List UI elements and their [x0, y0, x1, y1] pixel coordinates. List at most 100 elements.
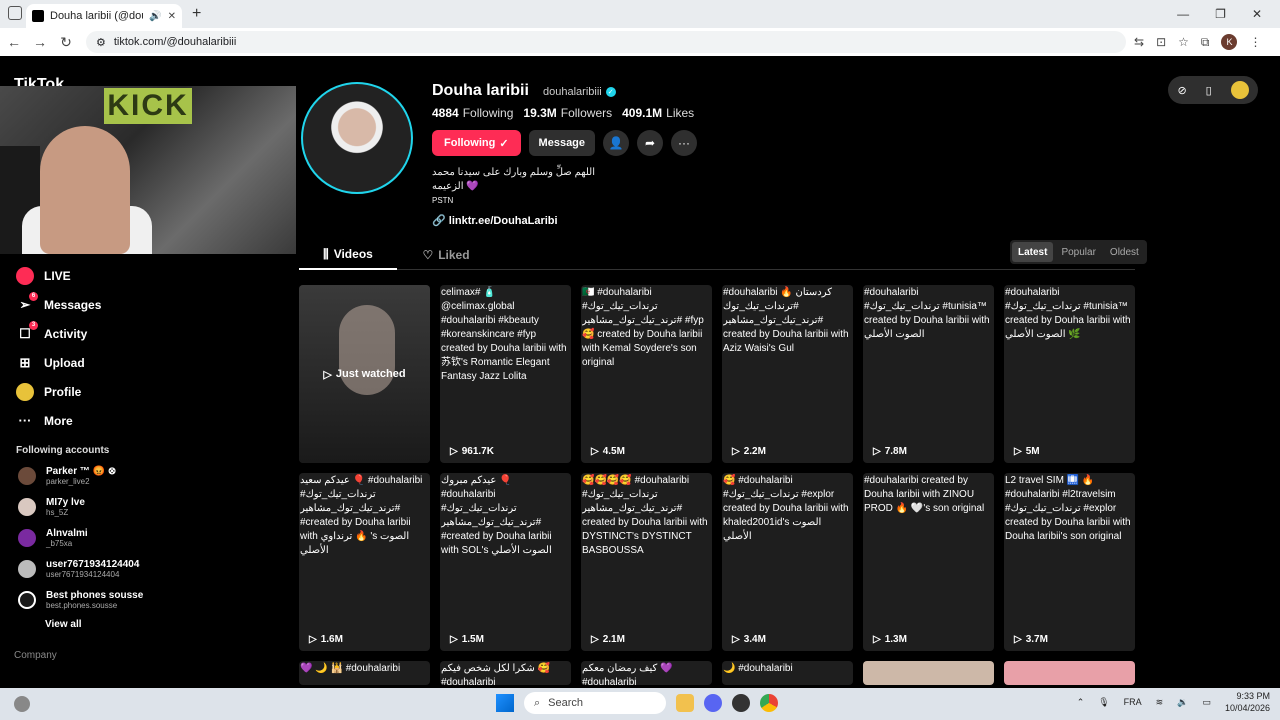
forward-icon[interactable]: → — [28, 34, 52, 50]
account-name: Parker ™ 😡 ⊗ — [46, 465, 117, 477]
tiktok-favicon-icon — [32, 10, 44, 22]
add-friend-icon[interactable]: 👤 — [603, 130, 630, 156]
extensions-icon[interactable]: ⧉ — [1201, 35, 1210, 50]
video-card[interactable]: كيف رمضان معكم 💜 #douhalaribi — [581, 661, 712, 685]
sidebar-item-activity[interactable]: ☐ 3 Activity — [0, 319, 296, 348]
microphone-icon[interactable]: 🎙 — [1098, 697, 1109, 708]
close-tab-icon[interactable]: ✕ — [168, 11, 176, 22]
video-card[interactable]: عيدكم سعيد 🎈 #douhalaribi #ترندات_تيك_تو… — [299, 473, 430, 651]
chevron-up-icon[interactable]: ⌃ — [1077, 697, 1085, 708]
message-button[interactable]: Message — [528, 130, 596, 156]
video-caption: عيدكم مبروك 🎈 #douhalaribi #ترندات_تيك_ت… — [441, 475, 552, 556]
video-caption: #douhalaribi 🔥 كردستان #ترندات_تيك_توك #… — [723, 287, 849, 354]
following-account[interactable]: user7671934124404 user7671934124404 — [0, 553, 296, 584]
video-card[interactable]: #douhalaribi #ترندات_تيك_توك #tunisia™ c… — [1004, 285, 1135, 463]
discord-icon[interactable] — [704, 694, 722, 712]
bio-line: الزعيمه 💜 — [432, 181, 479, 192]
profile-avatar[interactable]: K — [1221, 34, 1238, 50]
windows-start-icon[interactable] — [496, 694, 514, 712]
new-tab-button[interactable]: + — [192, 5, 201, 23]
coin-icon[interactable]: ⊘ — [1177, 84, 1186, 97]
following-accounts-title: Following accounts — [16, 445, 110, 456]
obs-icon[interactable] — [732, 694, 750, 712]
video-views: ▷ 961.7K — [450, 446, 494, 457]
tab-title: Douha laribii (@douhalaribi — [50, 10, 143, 22]
view-all-link[interactable]: View all — [0, 619, 296, 630]
tab-list-icon[interactable] — [8, 6, 22, 20]
site-info-icon[interactable]: ⚙ — [96, 36, 106, 49]
widgets-icon[interactable] — [14, 696, 30, 712]
following-button[interactable]: Following ✓ — [432, 130, 521, 156]
followers-stat[interactable]: 19.3M Followers — [523, 106, 612, 120]
tab-liked[interactable]: ♡ Liked — [397, 240, 495, 270]
back-icon[interactable]: ← — [2, 34, 26, 50]
url-field[interactable]: ⚙ tiktok.com/@douhalaribiii — [86, 31, 1126, 53]
video-card[interactable]: #douhalaribi created by Douha laribii wi… — [863, 473, 994, 651]
user-avatar[interactable] — [1230, 81, 1249, 99]
sort-oldest[interactable]: Oldest — [1104, 242, 1145, 262]
play-icon: ▷ — [309, 634, 317, 645]
reload-icon[interactable]: ↻ — [54, 34, 78, 51]
video-card[interactable]: celimax# 🧴 @celimax.global #douhalaribi … — [440, 285, 571, 463]
video-caption: 🇩🇿 #douhalaribi #ترندات_تيك_توك #ترند_تي… — [582, 287, 704, 368]
video-card[interactable]: 💜 🌙 🕌 #douhalaribi — [299, 661, 430, 685]
video-card[interactable]: 🌙 #douhalaribi — [722, 661, 853, 685]
sidebar-item-upload[interactable]: ⊞ Upload — [0, 348, 296, 377]
translate-icon[interactable]: ⇆ — [1134, 35, 1144, 49]
volume-icon[interactable]: 🔉 — [1177, 697, 1188, 708]
close-window-button[interactable]: ✕ — [1252, 7, 1262, 21]
sort-popular[interactable]: Popular — [1055, 242, 1101, 262]
following-account[interactable]: Parker ™ 😡 ⊗ parker_live2 — [0, 460, 296, 491]
battery-icon[interactable]: ▭ — [1202, 697, 1211, 708]
account-avatar — [18, 559, 36, 578]
video-views: ▷ 1.6M — [309, 634, 343, 645]
browser-tab[interactable]: Douha laribii (@douhalaribi 🔊 ✕ — [26, 4, 182, 28]
following-account[interactable]: Alnvalmi _b75xa — [0, 522, 296, 553]
video-card[interactable]: عيدكم مبروك 🎈 #douhalaribi #ترندات_تيك_ت… — [440, 473, 571, 651]
heart-icon: ♡ — [422, 248, 434, 262]
video-views: ▷ 5M — [1014, 446, 1040, 457]
clock[interactable]: 9:33 PM 10/04/2026 — [1225, 690, 1270, 714]
device-icon[interactable]: ▯ — [1206, 84, 1212, 97]
sidebar-item-more[interactable]: ··· More — [0, 406, 296, 435]
chrome-icon[interactable] — [760, 694, 778, 712]
maximize-button[interactable]: ❐ — [1215, 7, 1226, 21]
language-indicator[interactable]: FRA — [1124, 697, 1142, 707]
file-explorer-icon[interactable] — [676, 694, 694, 712]
video-card[interactable]: ▷ Just watched — [299, 285, 430, 463]
following-stat[interactable]: 4884 Following — [432, 106, 513, 120]
profile-picture[interactable] — [301, 82, 413, 194]
video-card[interactable] — [1004, 661, 1135, 685]
taskbar-search[interactable]: ⌕ Search — [524, 692, 666, 714]
video-card[interactable]: 🇩🇿 #douhalaribi #ترندات_تيك_توك #ترند_تي… — [581, 285, 712, 463]
video-card[interactable]: L2 travel SIM 🛄 🔥 #douhalaribi #l2travel… — [1004, 473, 1135, 651]
sidebar-item-messages[interactable]: ➢ 6 Messages — [0, 290, 296, 319]
play-icon: ▷ — [591, 634, 599, 645]
wifi-icon[interactable]: ≋ — [1156, 697, 1164, 708]
sidebar-item-label: Profile — [44, 384, 82, 399]
activity-icon: ☐ 3 — [16, 320, 38, 343]
following-account[interactable]: Best phones sousse best.phones.sousse — [0, 584, 296, 615]
minimize-button[interactable]: — — [1177, 7, 1189, 21]
share-icon[interactable]: ➦ — [637, 130, 664, 156]
install-icon[interactable]: ⊡ — [1156, 35, 1166, 49]
video-card[interactable] — [863, 661, 994, 685]
video-card[interactable]: شكرا لكل شخص فيكم 🥰 #douhalaribi — [440, 661, 571, 685]
profile-link[interactable]: 🔗 linktr.ee/DouhaLaribi — [432, 214, 558, 227]
company-link[interactable]: Company — [0, 650, 296, 661]
menu-kebab-icon[interactable]: ⋮ — [1249, 35, 1261, 49]
speaker-icon[interactable]: 🔊 — [149, 11, 161, 22]
sort-latest[interactable]: Latest — [1012, 242, 1054, 262]
video-card[interactable]: #douhalaribi 🔥 كردستان #ترندات_تيك_توك #… — [722, 285, 853, 463]
play-icon: ▷ — [873, 634, 881, 645]
video-card[interactable]: 🥰🥰🥰🥰 #douhalaribi #ترندات_تيك_توك #ترند_… — [581, 473, 712, 651]
more-options-icon[interactable]: ··· — [671, 130, 698, 156]
video-card[interactable]: 🥰 #douhalaribi #ترندات_تيك_توك #explor c… — [722, 473, 853, 651]
sidebar-item-live[interactable]: LIVE — [0, 261, 296, 290]
tab-videos[interactable]: ⫼ Videos — [299, 240, 397, 270]
following-account[interactable]: MI7y lve hs_5Z — [0, 491, 296, 522]
sidebar-item-profile[interactable]: Profile — [0, 377, 296, 406]
video-views: ▷ 2.1M — [591, 634, 625, 645]
bookmark-star-icon[interactable]: ☆ — [1178, 35, 1189, 49]
video-card[interactable]: #douhalaribi #ترندات_تيك_توك #tunisia™ c… — [863, 285, 994, 463]
